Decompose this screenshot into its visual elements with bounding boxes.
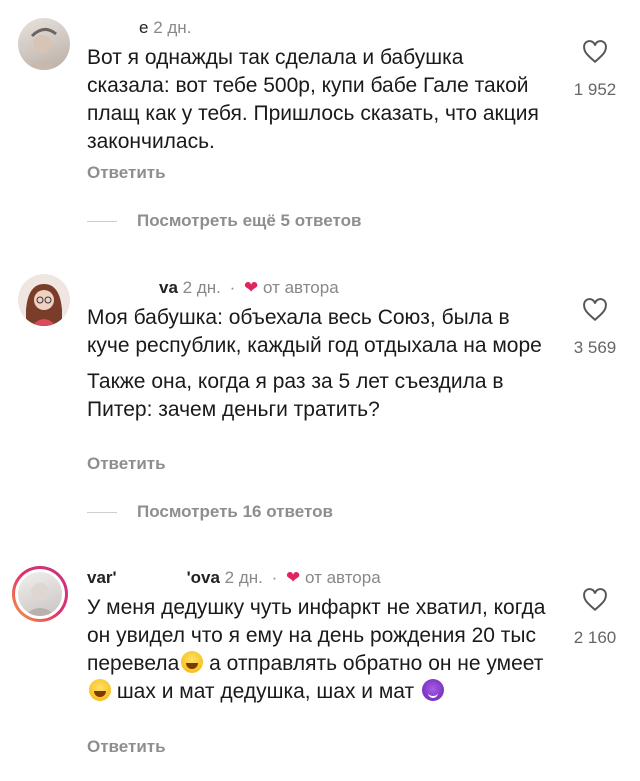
timestamp: 2 дн.: [153, 18, 192, 37]
like-button[interactable]: [578, 298, 612, 322]
avatar: [18, 572, 62, 616]
like-count: 1 952: [573, 80, 617, 99]
comment-text-part: а отправлять обратно он не умеет: [203, 652, 544, 675]
divider-line: [87, 220, 117, 222]
comment-meta: var''ova 2 дн. · ❤ от автора: [87, 568, 381, 587]
divider-line: [87, 511, 117, 513]
comment-meta: va 2 дн. · ❤ от автора: [159, 278, 339, 297]
avatar[interactable]: [18, 18, 70, 70]
laughing-emoji-icon: [89, 679, 111, 701]
comment-paragraph: Моя бабушка: объехала весь Союз, была в …: [87, 306, 542, 357]
avatar-photo: [24, 583, 56, 616]
heart-outline-icon: [583, 40, 607, 64]
heart-filled-icon: ❤: [286, 568, 301, 587]
like-count: 2 160: [573, 628, 617, 647]
comment-paragraph: Вот я однажды так сделала и бабушка сказ…: [87, 46, 539, 153]
reply-button[interactable]: Ответить: [87, 454, 166, 474]
like-button[interactable]: [578, 40, 612, 64]
username[interactable]: var''ova: [87, 568, 225, 587]
comment-meta: e 2 дн.: [87, 18, 191, 38]
author-badge: от автора: [263, 278, 339, 297]
heart-filled-icon: ❤: [244, 278, 259, 297]
comment-text-part: шах и мат дедушка, шах и мат: [111, 680, 420, 703]
heart-outline-icon: [583, 588, 607, 612]
reply-button[interactable]: Ответить: [87, 163, 166, 183]
comment-text: Моя бабушка: объехала весь Союз, была в …: [87, 304, 547, 432]
view-replies-label: Посмотреть 16 ответов: [137, 502, 333, 521]
comment-text: У меня дедушку чуть инфаркт не хватил, к…: [87, 594, 547, 706]
laughing-emoji-icon: [181, 651, 204, 673]
timestamp: 2 дн.: [224, 568, 263, 587]
devil-emoji-icon: [421, 679, 444, 701]
view-replies-button[interactable]: Посмотреть ещё 5 ответов: [87, 211, 361, 231]
username[interactable]: va: [159, 278, 178, 297]
author-badge: от автора: [305, 568, 381, 587]
username-fragment[interactable]: e: [139, 18, 148, 37]
comment-paragraph: Также она, когда я раз за 5 лет съездила…: [87, 370, 504, 421]
avatar-photo: [26, 284, 62, 326]
comment-text: Вот я однажды так сделала и бабушка сказ…: [87, 44, 547, 164]
view-replies-button[interactable]: Посмотреть 16 ответов: [87, 502, 333, 522]
avatar-photo: [28, 28, 58, 70]
reply-button[interactable]: Ответить: [87, 737, 166, 757]
avatar[interactable]: [18, 274, 70, 326]
heart-outline-icon: [583, 298, 607, 322]
timestamp: 2 дн.: [182, 278, 221, 297]
view-replies-label: Посмотреть ещё 5 ответов: [137, 211, 362, 230]
avatar-story-ring[interactable]: [12, 566, 68, 622]
like-count: 3 569: [573, 338, 617, 357]
like-button[interactable]: [578, 588, 612, 612]
